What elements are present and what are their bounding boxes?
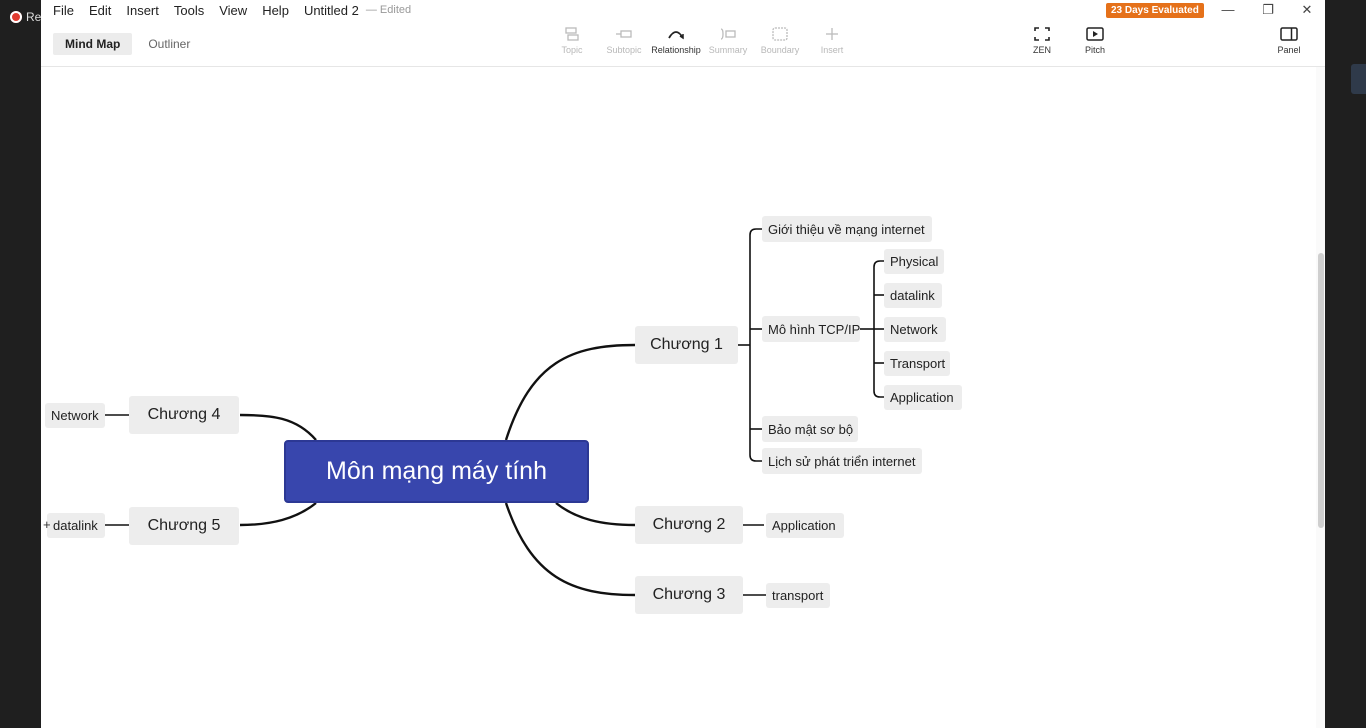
boundary-button[interactable]: Boundary [754, 26, 806, 55]
topic-chuong-3[interactable]: Chương 3 [635, 576, 743, 614]
subtopic-chuong4-network[interactable]: Network [45, 403, 105, 428]
edited-status: — Edited [365, 4, 412, 16]
vertical-scrollbar[interactable] [1316, 67, 1325, 728]
app-window: File Edit Insert Tools View Help Untitle… [41, 0, 1325, 728]
topic-chuong-5[interactable]: Chương 5 [129, 507, 239, 545]
top-bar: File Edit Insert Tools View Help Untitle… [41, 0, 1325, 67]
relationship-icon [668, 31, 684, 40]
layer-network[interactable]: Network [884, 317, 946, 342]
side-panel-tab[interactable] [1351, 64, 1366, 94]
panel-icon [1280, 27, 1298, 41]
relationship-label: Relationship [651, 45, 701, 55]
pitch-button[interactable]: Pitch [1075, 26, 1115, 55]
screen-recorder-indicator: Re [10, 10, 41, 24]
subtopic-icon [616, 30, 632, 38]
evaluation-badge[interactable]: 23 Days Evaluated [1106, 3, 1204, 18]
toolbar: Topic Subtopic Relationship Summary Boun… [546, 26, 858, 55]
menu-tools[interactable]: Tools [174, 3, 204, 18]
subtopic-bao-mat[interactable]: Bảo mật sơ bộ [762, 416, 858, 442]
tab-mind-map[interactable]: Mind Map [53, 33, 133, 55]
tab-outliner[interactable]: Outliner [136, 33, 202, 55]
topic-chuong-1[interactable]: Chương 1 [635, 326, 738, 364]
menu-file[interactable]: File [53, 3, 74, 18]
summary-button[interactable]: Summary [702, 26, 754, 55]
plus-icon [826, 28, 838, 40]
layer-datalink[interactable]: datalink [884, 283, 942, 308]
layer-physical[interactable]: Physical [884, 249, 944, 274]
subtopic-chuong2-application[interactable]: Application [766, 513, 844, 538]
central-topic[interactable]: Môn mạng máy tính [284, 440, 589, 503]
menu-bar: File Edit Insert Tools View Help Untitle… [53, 3, 411, 18]
mindmap-canvas[interactable]: Môn mạng máy tính Chương 1 Chương 2 Chươ… [41, 67, 1325, 728]
topic-label: Topic [561, 45, 583, 55]
restore-button[interactable]: ❐ [1253, 2, 1283, 20]
summary-icon [720, 28, 736, 40]
recorder-label: Re [26, 10, 42, 24]
subtopic-chuong3-transport[interactable]: transport [766, 583, 830, 608]
summary-label: Summary [708, 45, 748, 55]
record-icon [10, 11, 22, 23]
layer-application[interactable]: Application [884, 385, 962, 410]
play-icon [1086, 27, 1104, 41]
minimize-button[interactable]: — [1213, 2, 1243, 20]
boundary-label: Boundary [760, 45, 800, 55]
pitch-label: Pitch [1084, 45, 1105, 55]
subtopic-button[interactable]: Subtopic [598, 26, 650, 55]
boundary-icon [772, 27, 788, 41]
menu-view[interactable]: View [219, 3, 247, 18]
zen-button[interactable]: ZEN [1022, 26, 1062, 55]
menu-edit[interactable]: Edit [89, 3, 111, 18]
insert-label: Insert [820, 45, 844, 55]
fullscreen-icon [1034, 27, 1050, 41]
relationship-button[interactable]: Relationship [650, 26, 702, 55]
panel-button[interactable]: Panel [1269, 26, 1309, 55]
zen-label: ZEN [1033, 45, 1051, 55]
topic-icon [565, 27, 579, 41]
scrollbar-thumb[interactable] [1318, 253, 1324, 528]
document-title[interactable]: Untitled 2 [304, 3, 359, 18]
topic-chuong-2[interactable]: Chương 2 [635, 506, 743, 544]
menu-help[interactable]: Help [262, 3, 289, 18]
subtopic-label: Subtopic [606, 45, 642, 55]
topic-chuong-4[interactable]: Chương 4 [129, 396, 239, 434]
view-tabs: Mind Map Outliner [53, 33, 202, 55]
menu-insert[interactable]: Insert [126, 3, 159, 18]
topic-button[interactable]: Topic [546, 26, 598, 55]
layer-transport[interactable]: Transport [884, 351, 950, 376]
subtopic-gioi-thieu[interactable]: Giới thiệu về mạng internet [762, 216, 932, 242]
subtopic-mo-hinh-tcpip[interactable]: Mô hình TCP/IP [762, 316, 860, 342]
expand-toggle[interactable]: + [43, 517, 51, 532]
panel-label: Panel [1277, 45, 1301, 55]
subtopic-chuong5-datalink[interactable]: datalink [47, 513, 105, 538]
subtopic-lich-su[interactable]: Lịch sử phát triển internet [762, 448, 922, 474]
insert-button[interactable]: Insert [806, 26, 858, 55]
close-button[interactable]: ✕ [1292, 2, 1322, 20]
